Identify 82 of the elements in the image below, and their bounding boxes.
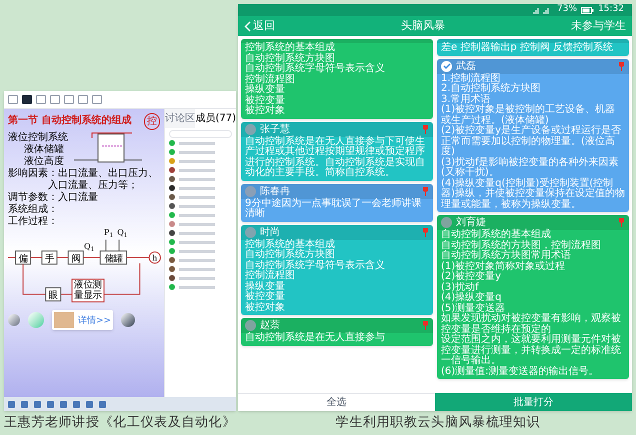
pin-icon[interactable] [618,218,625,227]
details-link[interactable]: 详情>> [78,314,112,328]
card-text: 自动控制系统是在无人直接参与下可使生产过程或其他过程按期望规律或预定程序进行的控制系统。自动控制系统是实现自动化的主要手段。简称自控系统。 [244,136,426,180]
name-placeholder [179,250,215,252]
card-text: 自动控制系统是在无人直接参与 [244,333,386,345]
absent-students-button[interactable]: 未参与学生 [571,18,626,34]
caption: 王惠芳老师讲授《化工仪表及自动化》 [2,414,238,432]
card-text: 控制系统的基本组成 自动控制系统方块图 自动控制系统字母符号表示含义 控制流程图 操纵变量 被控变量 被控对象 [244,240,386,314]
name-placeholder [179,186,215,190]
idea-card[interactable]: 控制系统的基本组成 自动控制系统方块图 自动控制系统字母符号表示含义 控制流程图 操纵变量 被控变量 被控对象 [241,39,433,118]
slide-text: 入口流量、压力等； [47,180,139,192]
slide-title: 第一节 自动控制系统的组成 [8,114,132,128]
slide-text: 影响因素：出口流量、出口压力、 [8,168,159,180]
slide-text: 液体储罐 [23,144,65,156]
slide-text: 液位控制系统 [8,132,68,144]
clock-time: 15:32 [598,3,624,16]
card-text: 1.控制流程图 2.自动控制系统方块图 3.常用术语 (1)被控对象是被控制的工艺设备、机器或生产过程。(液体储罐) (2)被控变量y是生产设备或过程运行是否正常而需要加以控制的物理量。(液位高度) (3)扰动f是影响被控变量的各种外来因素(又称干扰)。 (4)操纵变量q(控制量)受控制装置(控制器)操纵，并使被控变量保持在设定值的物理量或能量，被称为操纵变量。 [440,74,626,212]
name-placeholder [179,258,215,262]
card-text: 自动控制系统的基本组成 自动控制系统的方块图，控制流程图 自动控制系统方块图常用术语 (1)被控对象简称对象或过程 (2)被控变量y (3)扰动f (4)操纵变量q (5)测量变送器 如果发现扰动对被控变量有影响，观察被控变量是否维持在预定的 设定范围之内，这就要利用测量元件对被控变量进行测量，并转换成一定的标准统一信号输出。 (6)测量值:测量变送器的输出信号。 [440,230,622,378]
diagram-block: 储罐 [100,250,128,265]
name-placeholder [179,240,215,244]
pin-icon[interactable] [422,228,429,236]
slide-text: 调节参数：入口流量 [8,192,99,204]
name-placeholder [179,178,215,180]
battery-percent: 73% [557,3,578,16]
name-placeholder [179,168,215,172]
slide-text: 系统组成： [8,204,59,216]
back-button[interactable]: 返回 [244,18,275,34]
idea-card[interactable]: 武磊 1.控制流程图 2.自动控制系统方块图 3.常用术语 (1)被控对象是被控制的工艺设备、机器或生产过程。(液体储罐) (2)被控变量y是生产设备或过程运行是否正常而需要加以控制的物理量。(液位高度) (3)扰动f是影响被控变量的各种外来因素(又称干扰)。 (4)操纵变量q(控制量)受控制装置(控制器)操纵，并使被控变量保持在设定值的物理量或能量，被称为操纵变量。 [437,58,629,212]
card-text: 9分中途因为一点事耽误了一会老师讲课清晰 [244,198,422,221]
name-placeholder [179,232,215,234]
card-text: 差e 控制器输出p 控制阀 反馈控制系统 [440,43,614,55]
name-placeholder [179,150,215,154]
student-name: 张子慧 [260,124,291,134]
name-placeholder [179,268,215,270]
name-placeholder [179,222,215,226]
idea-card[interactable]: 差e 控制器输出p 控制阀 反馈控制系统 [437,39,629,56]
diagram-block: 阀 [68,250,84,265]
name-placeholder [179,286,215,288]
select-all-button[interactable]: 全选 [238,393,435,411]
page-title: 头脑风暴 [400,18,446,34]
name-placeholder [179,276,215,280]
pin-icon[interactable] [422,186,429,196]
idea-card[interactable]: 赵萘 自动控制系统是在无人直接参与 [241,318,433,346]
photo-placeholder [54,312,74,328]
checked-circle-icon[interactable] [441,60,452,72]
chevron-left-icon [244,20,251,32]
diagram-block: 液位测量显示 [72,278,104,302]
slide-text: 工作过程： [8,216,59,228]
disturbance-label: P$_{1}$ [104,228,114,237]
pin-icon[interactable] [422,124,429,134]
diagram-block: 偏 [15,250,32,265]
name-placeholder [179,214,215,216]
student-name: 赵萘 [260,320,281,331]
disturbance-arrows [105,239,120,252]
name-placeholder [179,160,215,162]
diagram-block: 手 [41,250,58,265]
student-name: 刘育婕 [456,217,487,228]
idea-card[interactable]: 张子慧 自动控制系统是在无人直接参与下可使生产过程或其他过程按期望规律或预定程序进行的控制系统。自动控制系统是实现自动化的主要手段。简称自控系统。 [241,122,433,180]
name-placeholder [179,142,215,144]
card-text: 控制系统的基本组成 自动控制系统方块图 自动控制系统字母符号表示含义 控制流程图 操纵变量 被控变量 被控对象 [244,43,386,118]
handwritten-label: 控 [144,113,160,130]
pin-icon[interactable] [618,62,625,70]
sidebar-tab[interactable]: 讨论区 [165,109,196,128]
student-name: 陈春冉 [260,186,291,196]
name-placeholder [179,204,215,208]
battery-icon [581,6,594,14]
disturbance-label: Q$_{1}$ [117,228,128,237]
output-label: h [152,253,158,262]
caption: 学生利用职教云头脑风暴梳理知识 [334,414,542,432]
idea-card[interactable]: 陈春冉 9分中途因为一点事耽误了一会老师讲课清晰 [241,184,433,222]
slide-text: 液位高度 [23,156,65,168]
idea-card[interactable]: 时尚 控制系统的基本组成 自动控制系统方块图 自动控制系统字母符号表示含义 控制流程图 操纵变量 被控变量 被控对象 [241,224,433,315]
flow-label: Q$_{1}$ [84,242,94,251]
name-placeholder [179,196,215,198]
idea-card[interactable]: 刘育婕 自动控制系统的基本组成 自动控制系统的方块图，控制流程图 自动控制系统方块图常用术语 (1)被控对象简称对象或过程 (2)被控变量y (3)扰动f (4)操纵变量q (5)测量变送器 如果发现扰动对被控变量有影响，观察被控变量是否维持在预定的 设定范围之内，这就要利用测量元件对被控变量进行测量，并转换成一定的标准统一信号输出。 (6)测量值:测量变送器的输出信号。 [437,215,629,379]
diagram-block: 眼 [45,287,62,302]
student-name: 武磊 [456,60,477,72]
batch-score-button[interactable]: 批量打分 [435,393,632,411]
student-name: 时尚 [260,226,281,238]
search-field[interactable] [169,130,232,138]
pin-icon[interactable] [422,321,429,330]
